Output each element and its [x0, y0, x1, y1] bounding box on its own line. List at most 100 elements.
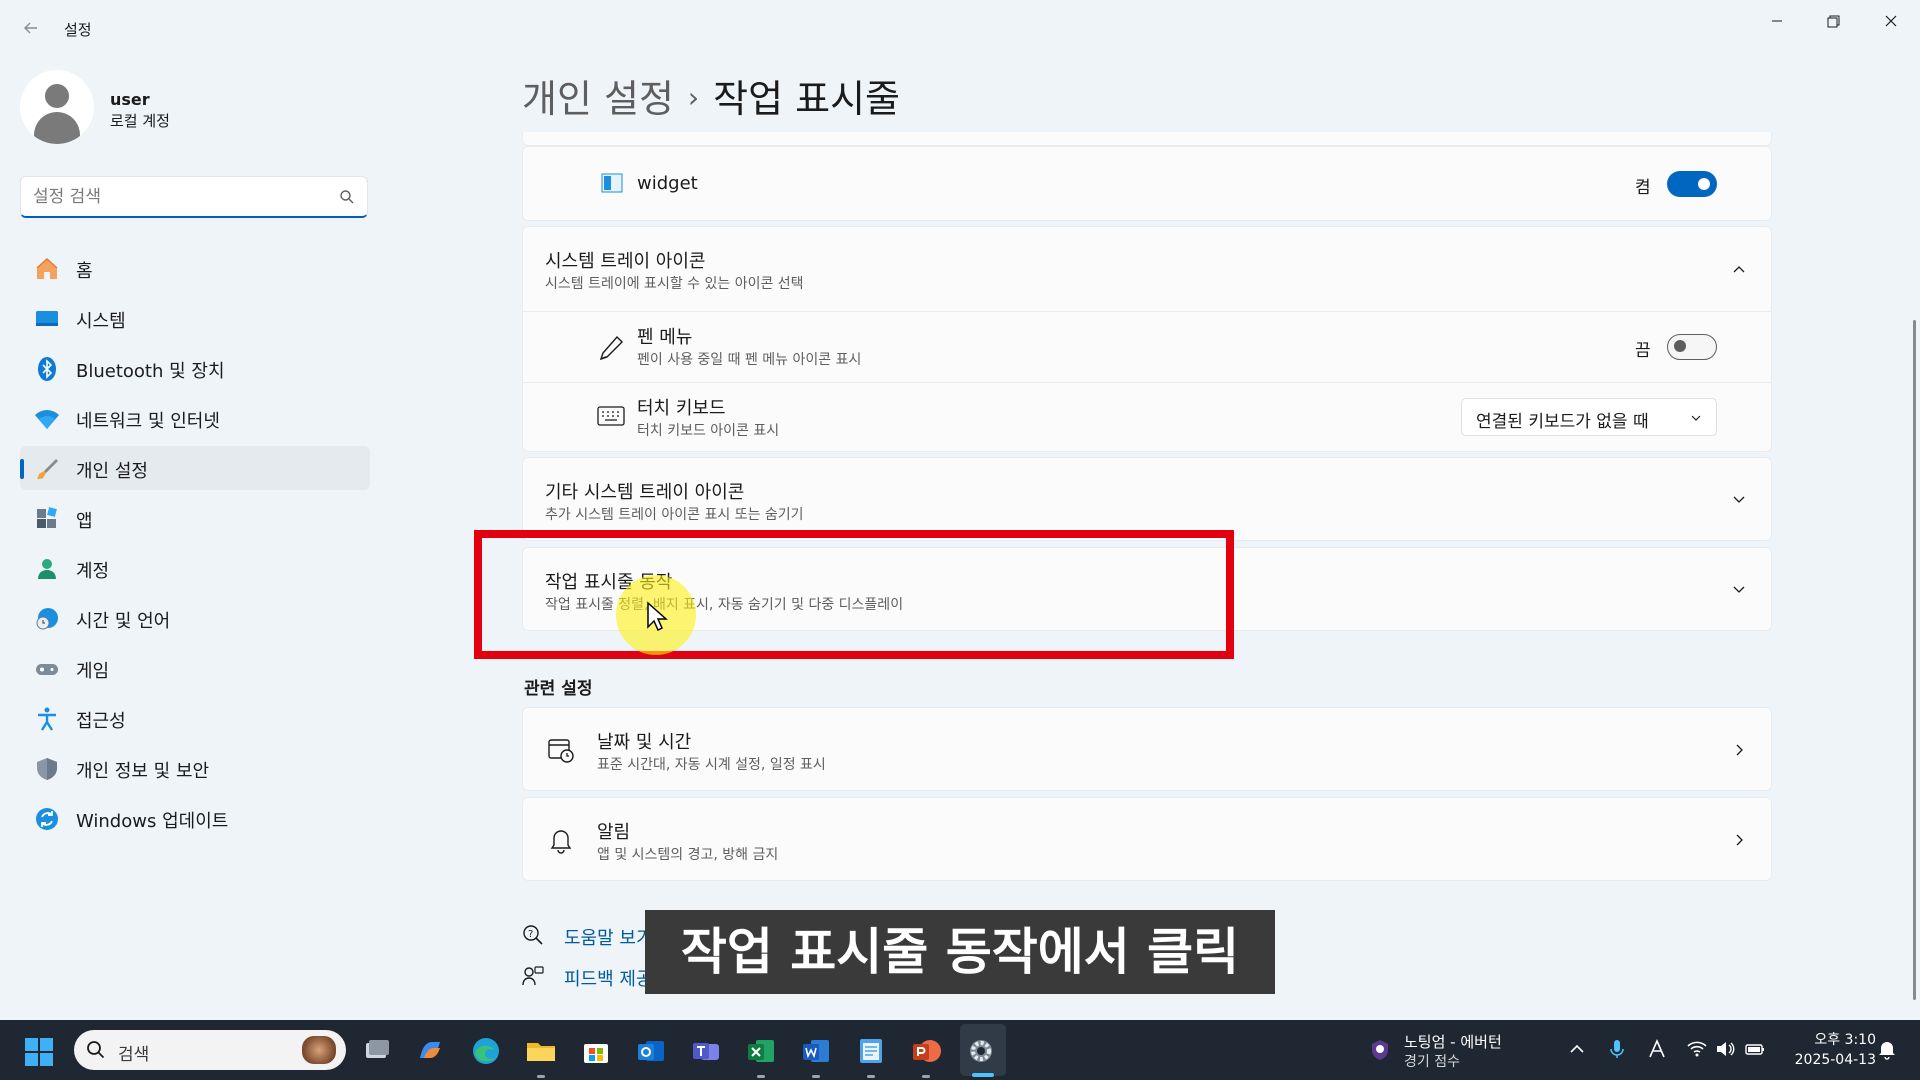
sidebar-item-label: 앱: [76, 511, 93, 532]
settings-search-input[interactable]: [33, 185, 333, 209]
excel-icon[interactable]: [744, 1034, 778, 1078]
maximize-icon[interactable]: [1810, 6, 1856, 36]
copilot-icon[interactable]: [414, 1034, 448, 1068]
window-title: 설정: [64, 21, 92, 39]
chevron-down-icon[interactable]: [1731, 492, 1747, 508]
microphone-icon[interactable]: [1606, 1038, 1628, 1060]
other-tray-subtitle: 추가 시스템 트레이 아이콘 표시 또는 숨기기: [545, 507, 804, 523]
powerpoint-icon[interactable]: [909, 1034, 943, 1078]
touch-keyboard-dropdown[interactable]: 연결된 키보드가 없을 때: [1461, 398, 1717, 436]
sidebar-item-personalization[interactable]: 개인 설정: [20, 446, 370, 490]
wifi-icon[interactable]: [1686, 1038, 1708, 1060]
word-icon[interactable]: [799, 1034, 833, 1078]
page-title: 작업 표시줄: [713, 77, 901, 121]
help-icon: ?: [523, 925, 543, 945]
taskbar-search[interactable]: 검색: [74, 1030, 346, 1070]
chevron-right-icon[interactable]: [1731, 832, 1747, 848]
sidebar-item-bluetooth[interactable]: Bluetooth 및 장치: [20, 346, 370, 390]
highlight-box: [474, 530, 1234, 659]
chevron-up-icon[interactable]: [1731, 261, 1747, 277]
volume-icon[interactable]: [1714, 1038, 1736, 1060]
system-tray-header[interactable]: 시스템 트레이 아이콘 시스템 트레이에 표시할 수 있는 아이콘 선택: [523, 227, 1771, 311]
profile-account-type: 로컬 계정: [110, 112, 170, 130]
pen-menu-subtitle: 펜이 사용 중일 때 펜 메뉴 아이콘 표시: [637, 352, 862, 368]
sidebar-item-accounts[interactable]: 계정: [20, 546, 370, 590]
windows-start-icon[interactable]: [24, 1037, 54, 1067]
sidebar-item-apps[interactable]: 앱: [20, 496, 370, 540]
touch-keyboard-subtitle: 터치 키보드 아이콘 표시: [637, 423, 780, 439]
settings-search-box[interactable]: [20, 176, 368, 218]
svg-text:?: ?: [528, 929, 533, 940]
search-icon[interactable]: [339, 189, 355, 205]
clock[interactable]: 오후 3:10 2025-04-13: [1786, 1030, 1876, 1070]
sidebar-item-label: 시스템: [76, 311, 126, 332]
date-time-link-row[interactable]: 날짜 및 시간 표준 시간대, 자동 시계 설정, 일정 표시: [522, 707, 1772, 791]
pen-menu-row: 펜 메뉴 펜이 사용 중일 때 펜 메뉴 아이콘 표시 끔: [523, 312, 1771, 382]
settings-icon[interactable]: [964, 1034, 998, 1068]
widget-label: widget: [637, 173, 698, 194]
chevron-right-icon[interactable]: [1731, 742, 1747, 758]
back-arrow-icon[interactable]: [18, 16, 44, 42]
home-icon: [36, 257, 58, 279]
task-view-icon[interactable]: [360, 1034, 394, 1068]
touch-keyboard-title: 터치 키보드: [637, 398, 726, 419]
chevron-up-icon[interactable]: [1566, 1038, 1588, 1060]
sidebar-item-time-language[interactable]: 시간 및 언어: [20, 596, 370, 640]
brush-icon: [37, 459, 58, 479]
card-partial: [522, 132, 1772, 146]
breadcrumb-parent[interactable]: 개인 설정: [522, 77, 674, 121]
widget-state: 켬: [1635, 178, 1651, 198]
scrollbar[interactable]: [1913, 320, 1916, 1000]
shield-icon: [37, 758, 57, 780]
feedback-icon: [522, 966, 544, 986]
sidebar-item-network[interactable]: 네트워크 및 인터넷: [20, 396, 370, 440]
mouse-cursor-icon: [647, 601, 668, 632]
store-icon[interactable]: [579, 1034, 613, 1068]
notifications-link-row[interactable]: 알림 앱 및 시스템의 경고, 방해 금지: [522, 797, 1772, 881]
input-language-icon[interactable]: [1646, 1038, 1668, 1060]
other-tray-icons-row[interactable]: 기타 시스템 트레이 아이콘 추가 시스템 트레이 아이콘 표시 또는 숨기기: [522, 457, 1772, 541]
system-tray-group: 시스템 트레이 아이콘 시스템 트레이에 표시할 수 있는 아이콘 선택 펜 메…: [522, 226, 1772, 452]
battery-icon[interactable]: [1744, 1038, 1766, 1060]
outlook-icon[interactable]: [634, 1034, 668, 1068]
edge-icon[interactable]: [469, 1034, 503, 1068]
help-link[interactable]: 도움말 보기: [564, 924, 653, 950]
teams-icon[interactable]: [689, 1034, 723, 1068]
notepad-icon[interactable]: [854, 1034, 888, 1078]
widget-toggle[interactable]: [1667, 171, 1717, 197]
bluetooth-icon: [38, 357, 56, 381]
minimize-icon[interactable]: [1754, 6, 1800, 36]
pen-menu-toggle[interactable]: [1667, 334, 1717, 360]
sidebar-item-label: Bluetooth 및 장치: [76, 361, 225, 382]
pen-icon: [599, 335, 623, 361]
clock-date: 2025-04-13: [1794, 1052, 1876, 1068]
dropdown-value: 연결된 키보드가 없을 때: [1476, 412, 1649, 432]
feedback-link[interactable]: 피드백 제공: [564, 965, 653, 991]
sidebar-item-label: 개인 정보 및 보안: [76, 761, 210, 782]
user-profile[interactable]: user 로컬 계정: [20, 70, 360, 146]
date-time-subtitle: 표준 시간대, 자동 시계 설정, 일정 표시: [597, 757, 826, 773]
pen-menu-state: 끔: [1635, 341, 1651, 361]
notifications-title: 알림: [597, 822, 631, 843]
sidebar-item-gaming[interactable]: 게임: [20, 646, 370, 690]
close-icon[interactable]: [1868, 6, 1914, 36]
breadcrumb-separator: ›: [687, 81, 700, 114]
sidebar-item-windows-update[interactable]: Windows 업데이트: [20, 796, 370, 840]
accessibility-icon: [38, 707, 56, 731]
account-icon: [38, 559, 56, 579]
sidebar-item-accessibility[interactable]: 접근성: [20, 696, 370, 740]
chevron-down-icon[interactable]: [1731, 582, 1747, 598]
sidebar-item-label: 게임: [76, 661, 110, 682]
widget-icon: [601, 173, 623, 193]
sidebar-item-system[interactable]: 시스템: [20, 296, 370, 340]
weather-widget[interactable]: 노팅엄 - 에버턴 경기 점수: [1364, 1030, 1534, 1070]
update-icon: [36, 808, 58, 830]
sidebar-item-label: 시간 및 언어: [76, 611, 171, 632]
file-explorer-icon[interactable]: [524, 1034, 558, 1078]
sidebar-item-home[interactable]: 홈: [20, 246, 370, 290]
profile-name: user: [110, 90, 150, 109]
sidebar-item-label: 접근성: [76, 711, 126, 732]
notification-bell-icon[interactable]: [1876, 1038, 1898, 1060]
sidebar-item-label: Windows 업데이트: [76, 811, 229, 832]
sidebar-item-privacy[interactable]: 개인 정보 및 보안: [20, 746, 370, 790]
